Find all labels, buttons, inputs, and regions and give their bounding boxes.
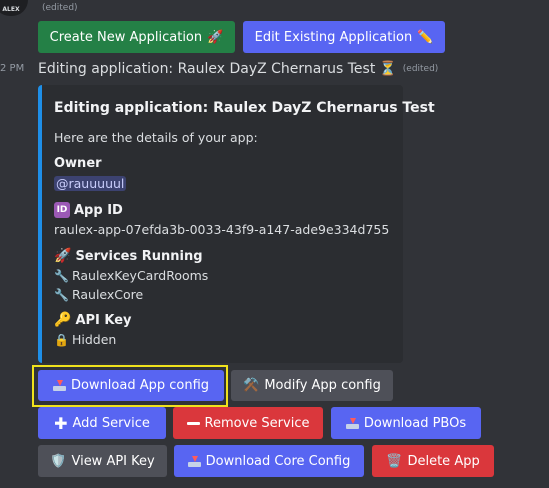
hammer-wrench-icon: ⚒️ [243,378,260,393]
pencil-icon: ✏️ [417,29,434,45]
wrench-icon: 🔧 [54,287,69,302]
message-content: Editing application: Raulex DayZ Chernar… [38,61,438,77]
edited-label: (edited) [402,64,439,74]
wrench-icon: 🔧 [54,268,69,283]
download-pbos-button[interactable]: Download PBOs [331,407,481,439]
app-id-label-text: App ID [74,202,123,218]
add-service-button[interactable]: ✚ Add Service [38,407,166,439]
bot-avatar[interactable]: ALEX [0,0,28,16]
create-new-application-button[interactable]: Create New Application 🚀 [38,21,235,53]
api-key-field-label: 🔑 API Key [54,312,132,328]
message-timestamp: 2 PM [0,63,25,74]
plus-icon: ✚ [54,413,68,433]
services-field-label: 🚀 Services Running [54,248,203,264]
embed-description: Here are the details of your app: [54,130,258,145]
edit-existing-application-button[interactable]: Edit Existing Application ✏️ [243,21,445,53]
app-id-value: raulex-app-07efda3b-0033-43f9-a147-ade9e… [54,222,390,237]
download-icon [187,455,201,467]
services-label-text: Services Running [75,248,203,264]
delete-app-button[interactable]: 🗑️ Delete App [372,445,494,477]
delete-app-label: Delete App [407,453,480,469]
api-key-label-text: API Key [75,312,132,328]
owner-mention[interactable]: @rauuuuul [54,176,127,191]
service-item: 🔧 RaulexCore [54,287,143,302]
loading-icon: ⏳ [379,61,397,77]
download-core-config-button[interactable]: Download Core Config [174,445,364,477]
trash-icon: 🗑️ [386,453,403,469]
remove-service-button[interactable]: Remove Service [173,407,323,439]
owner-label-text: Owner [54,156,102,171]
shield-icon: 🛡️ [50,453,67,469]
download-app-config-button[interactable]: Download App config [38,370,224,401]
edit-button-label: Edit Existing Application [254,29,413,45]
download-core-config-label: Download Core Config [205,453,351,469]
edited-label-top: (edited) [42,3,78,13]
download-app-config-label: Download App config [70,378,210,393]
service-item: 🔧 RaulexKeyCardRooms [54,268,208,283]
service-name: RaulexCore [71,287,144,302]
lock-icon: 🔒 [54,332,69,347]
service-name: RaulexKeyCardRooms [71,268,209,283]
owner-field-value: @rauuuuul [54,176,127,191]
view-api-key-button[interactable]: 🛡️ View API Key [38,445,167,477]
modify-app-config-button[interactable]: ⚒️ Modify App config [231,370,393,401]
api-key-value-row: 🔒 Hidden [54,332,116,347]
api-key-value: Hidden [71,332,117,347]
id-icon: ID [54,202,70,218]
add-service-label: Add Service [72,415,150,431]
minus-icon [186,421,200,425]
download-pbos-label: Download PBOs [363,415,467,431]
key-icon: 🔑 [54,312,72,328]
modify-app-config-label: Modify App config [264,378,381,393]
remove-service-label: Remove Service [204,415,310,431]
download-icon [345,417,359,429]
avatar-label: ALEX [2,6,20,13]
view-api-key-label: View API Key [71,453,155,469]
owner-field-label: Owner [54,156,102,171]
app-id-field-label: ID App ID [54,202,123,218]
embed-title: Editing application: Raulex DayZ Chernar… [54,100,435,116]
message-text: Editing application: Raulex DayZ Chernar… [38,61,376,77]
rocket-icon: 🚀 [207,29,224,45]
rocket-icon: 🚀 [54,248,72,264]
download-icon [52,380,66,391]
create-button-label: Create New Application [49,29,203,45]
